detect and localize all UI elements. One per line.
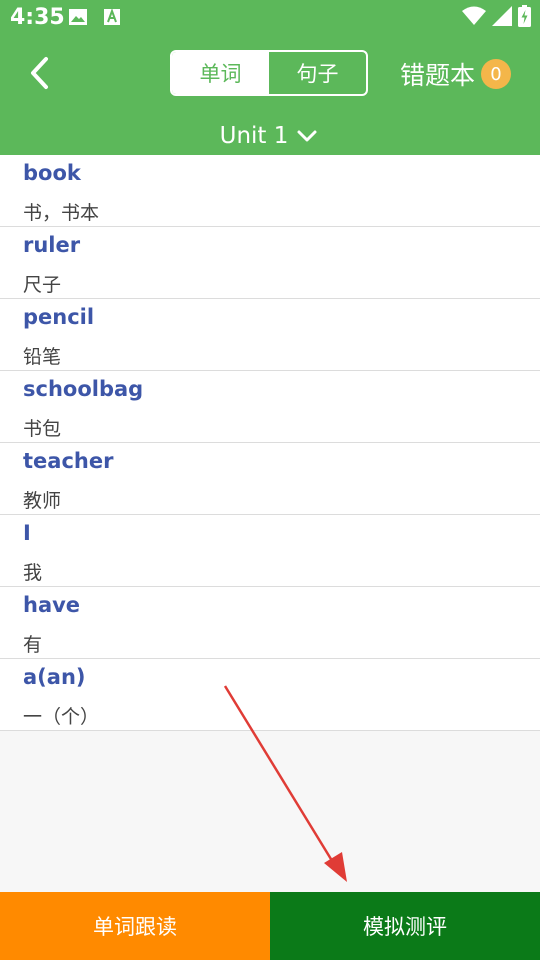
word-row[interactable]: ruler 尺子 bbox=[0, 227, 540, 299]
word-chinese: 书包 bbox=[23, 418, 62, 440]
arrow-head bbox=[324, 852, 347, 882]
word-english: a(an) bbox=[23, 665, 86, 689]
word-english: ruler bbox=[23, 233, 81, 257]
wrong-book-label: 错题本 bbox=[400, 61, 476, 90]
chevron-left-icon bbox=[31, 57, 48, 89]
mock-test-button[interactable]: 模拟测评 bbox=[270, 892, 540, 960]
word-chinese: 教师 bbox=[23, 490, 62, 512]
battery-charging-icon bbox=[518, 5, 531, 31]
app-header: 4:35 单词 句子 错题本 0 Unit 1 bbox=[0, 0, 540, 155]
follow-read-button[interactable]: 单词跟读 bbox=[0, 892, 270, 960]
word-english: schoolbag bbox=[23, 377, 144, 401]
word-row[interactable]: pencil 铅笔 bbox=[0, 299, 540, 371]
word-chinese: 有 bbox=[23, 634, 43, 656]
word-sentence-switch: 单词 句子 bbox=[170, 50, 368, 96]
word-chinese: 尺子 bbox=[23, 274, 62, 296]
status-bar: 4:35 bbox=[0, 0, 540, 36]
word-list: book 书，书本 ruler 尺子 pencil 铅笔 schoolbag 书… bbox=[0, 155, 540, 731]
word-row[interactable]: have 有 bbox=[0, 587, 540, 659]
back-button[interactable] bbox=[22, 50, 62, 96]
unit-label: Unit 1 bbox=[219, 123, 289, 149]
tab-words[interactable]: 单词 bbox=[172, 52, 269, 94]
word-english: pencil bbox=[23, 305, 95, 329]
wrong-book-button[interactable]: 错题本 0 bbox=[400, 55, 512, 93]
wifi-icon bbox=[462, 6, 486, 30]
word-row[interactable]: book 书，书本 bbox=[0, 155, 540, 227]
word-chinese: 书，书本 bbox=[23, 202, 100, 224]
image-icon bbox=[68, 8, 88, 30]
word-chinese: 铅笔 bbox=[23, 346, 62, 368]
word-chinese: 一（个） bbox=[23, 706, 100, 728]
signal-icon bbox=[492, 6, 512, 30]
chevron-down-icon bbox=[297, 130, 317, 142]
status-time: 4:35 bbox=[10, 5, 65, 30]
word-row[interactable]: I 我 bbox=[0, 515, 540, 587]
font-download-icon bbox=[103, 8, 121, 30]
bottom-action-bar: 单词跟读 模拟测评 bbox=[0, 892, 540, 960]
unit-selector[interactable]: Unit 1 bbox=[0, 118, 540, 154]
word-row[interactable]: a(an) 一（个） bbox=[0, 659, 540, 731]
word-english: have bbox=[23, 593, 81, 617]
wrong-count-badge: 0 bbox=[481, 59, 512, 89]
word-english: book bbox=[23, 161, 81, 185]
word-english: I bbox=[23, 521, 31, 545]
word-chinese: 我 bbox=[23, 562, 43, 584]
word-row[interactable]: teacher 教师 bbox=[0, 443, 540, 515]
word-row[interactable]: schoolbag 书包 bbox=[0, 371, 540, 443]
word-english: teacher bbox=[23, 449, 114, 473]
tab-sentences[interactable]: 句子 bbox=[269, 52, 366, 94]
